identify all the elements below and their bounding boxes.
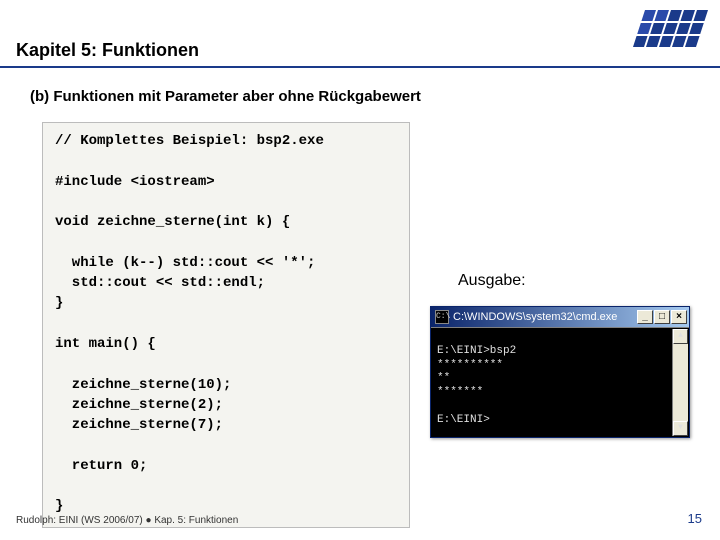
page-number: 15 xyxy=(688,511,702,526)
window-buttons: _ □ × xyxy=(637,310,687,324)
cmd-icon: C:\ xyxy=(435,310,449,324)
output-label: Ausgabe: xyxy=(458,272,526,290)
minimize-button[interactable]: _ xyxy=(637,310,653,324)
page-title: Kapitel 5: Funktionen xyxy=(16,40,199,61)
cmd-titlebar: C:\ C:\WINDOWS\system32\cmd.exe _ □ × xyxy=(431,307,689,327)
cmd-output: E:\EINI>bsp2 ********** ** ******* E:\EI… xyxy=(431,327,689,437)
scrollbar[interactable]: ▲ ▼ xyxy=(672,329,688,436)
footer-left: Rudolph: EINI (WS 2006/07) ● Kap. 5: Fun… xyxy=(16,515,238,526)
scroll-up-button[interactable]: ▲ xyxy=(673,329,688,344)
section-subheading: (b) Funktionen mit Parameter aber ohne R… xyxy=(30,88,421,105)
cmd-title: C:\WINDOWS\system32\cmd.exe xyxy=(453,311,637,323)
scroll-down-button[interactable]: ▼ xyxy=(673,421,688,436)
cmd-window: C:\ C:\WINDOWS\system32\cmd.exe _ □ × E:… xyxy=(430,306,690,438)
slide-footer: Rudolph: EINI (WS 2006/07) ● Kap. 5: Fun… xyxy=(16,511,702,526)
cmd-output-text: E:\EINI>bsp2 ********** ** ******* E:\EI… xyxy=(437,345,516,426)
scroll-track[interactable] xyxy=(673,344,688,421)
maximize-button[interactable]: □ xyxy=(654,310,670,324)
brand-logo xyxy=(633,10,708,47)
title-divider xyxy=(0,66,720,68)
code-listing: // Komplettes Beispiel: bsp2.exe #includ… xyxy=(42,122,410,528)
close-button[interactable]: × xyxy=(671,310,687,324)
